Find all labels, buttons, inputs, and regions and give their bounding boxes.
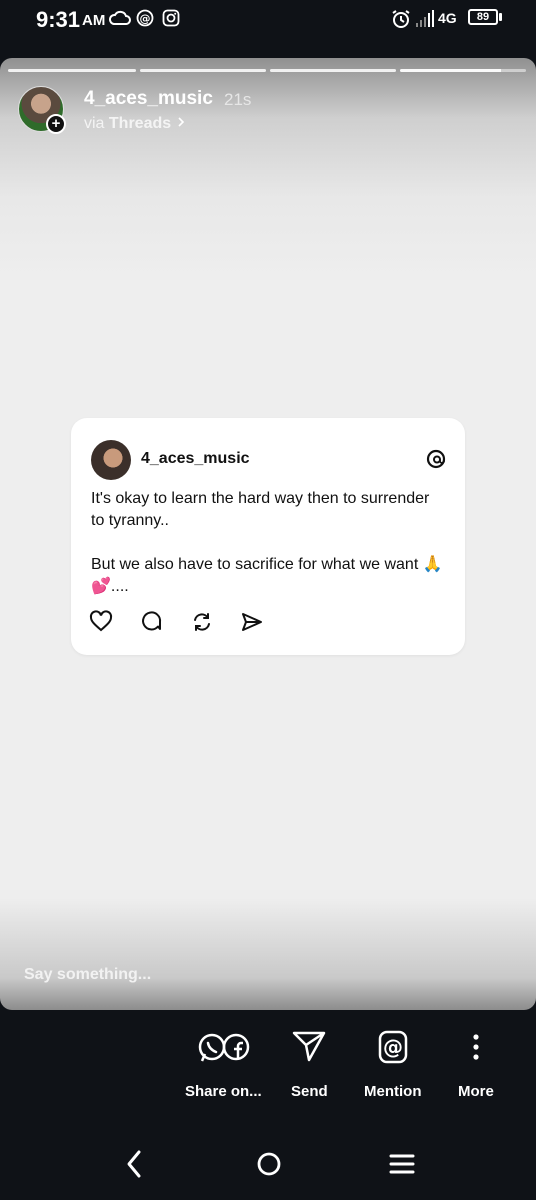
alarm-icon	[392, 10, 410, 28]
cloud-icon	[109, 10, 131, 25]
post-avatar	[91, 440, 131, 480]
more-label: More	[458, 1083, 494, 1100]
svg-text:@: @	[383, 1035, 403, 1059]
threads-notification-icon: @	[136, 9, 154, 27]
share-on-button[interactable]	[196, 1030, 252, 1069]
share-on-label: Share on...	[185, 1083, 262, 1100]
reply-input[interactable]: Say something...	[24, 966, 151, 984]
via-app: Threads	[108, 115, 172, 132]
network-type: 4G	[438, 10, 457, 26]
via-threads-link[interactable]: via Threads	[84, 115, 186, 133]
repost-icon	[194, 613, 210, 631]
threads-post-card[interactable]: 4_aces_music It's okay to learn the hard…	[71, 418, 465, 655]
threads-logo-icon	[426, 449, 446, 469]
battery-level: 89	[468, 9, 498, 25]
comment-icon	[142, 611, 162, 631]
instagram-notification-icon	[162, 9, 180, 27]
story-progress-segment	[8, 69, 136, 72]
heart-icon	[89, 610, 113, 632]
signal-icon	[416, 10, 434, 27]
home-nav-icon[interactable]	[254, 1146, 284, 1182]
status-time: 9:31	[36, 7, 81, 32]
story-viewer[interactable]: + 4_aces_music 21s via Threads 4_aces_mu…	[0, 58, 536, 1010]
story-progress-segment	[400, 69, 526, 72]
status-bar: 9:31 AM @ 4G 89	[0, 0, 536, 40]
via-prefix: via	[84, 115, 105, 132]
story-time-ago: 21s	[224, 90, 252, 109]
status-ampm: AM	[82, 12, 106, 29]
story-progress-segment	[140, 69, 266, 72]
story-username[interactable]: 4_aces_music	[84, 88, 213, 110]
recents-nav-icon[interactable]	[388, 1146, 416, 1182]
post-text: It's okay to learn the hard way then to …	[91, 490, 443, 595]
share-icon	[242, 613, 262, 631]
story-progress-segment	[270, 69, 396, 72]
more-button[interactable]	[466, 1030, 486, 1069]
battery-icon	[499, 13, 502, 21]
send-button[interactable]	[292, 1030, 326, 1067]
svg-text:@: @	[140, 12, 151, 25]
send-label: Send	[291, 1083, 328, 1100]
more-options-icon	[473, 1034, 479, 1060]
add-story-icon[interactable]: +	[46, 114, 66, 134]
mention-button[interactable]: @	[378, 1030, 408, 1069]
send-icon	[292, 1031, 326, 1062]
back-nav-icon[interactable]	[122, 1146, 146, 1182]
mention-icon: @	[378, 1030, 408, 1064]
chevron-right-icon	[178, 117, 184, 127]
mention-label: Mention	[364, 1083, 422, 1100]
post-username: 4_aces_music	[141, 450, 250, 467]
whatsapp-facebook-icon	[198, 1033, 250, 1062]
